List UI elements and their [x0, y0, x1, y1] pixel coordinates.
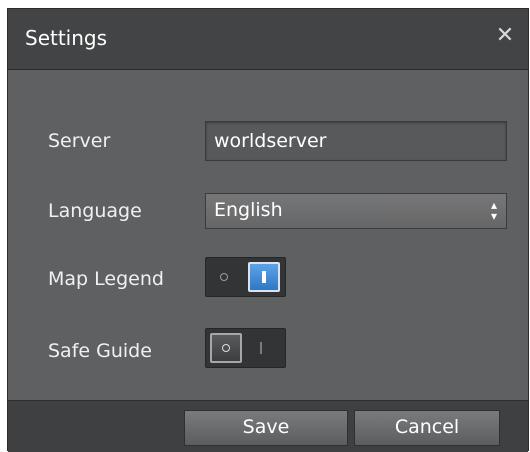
- off-symbol-icon: [220, 273, 228, 281]
- language-selected-value: English: [214, 199, 283, 221]
- up-down-arrow-icon: ▴ ▾: [490, 198, 497, 223]
- on-symbol-icon: [262, 271, 266, 283]
- language-select[interactable]: English ▴ ▾: [205, 193, 507, 229]
- close-icon[interactable]: ✕: [492, 23, 518, 49]
- map-legend-toggle[interactable]: [205, 257, 286, 297]
- toggle-knob: [210, 333, 242, 363]
- settings-dialog: Settings ✕ Server Language English ▴▾ Ma…: [7, 8, 529, 452]
- safe-guide-label: Safe Guide: [48, 340, 152, 362]
- title-bar: Settings ✕: [8, 9, 528, 70]
- map-legend-label: Map Legend: [48, 268, 164, 290]
- server-input[interactable]: [205, 121, 507, 161]
- off-symbol-icon: [222, 344, 230, 352]
- server-label: Server: [48, 130, 111, 152]
- save-button[interactable]: Save: [184, 410, 348, 446]
- dialog-title: Settings: [25, 26, 108, 50]
- on-symbol-icon: [260, 342, 262, 354]
- safe-guide-toggle[interactable]: [205, 328, 286, 368]
- cancel-button[interactable]: Cancel: [354, 410, 500, 446]
- toggle-knob: [248, 262, 280, 292]
- language-label: Language: [48, 200, 142, 222]
